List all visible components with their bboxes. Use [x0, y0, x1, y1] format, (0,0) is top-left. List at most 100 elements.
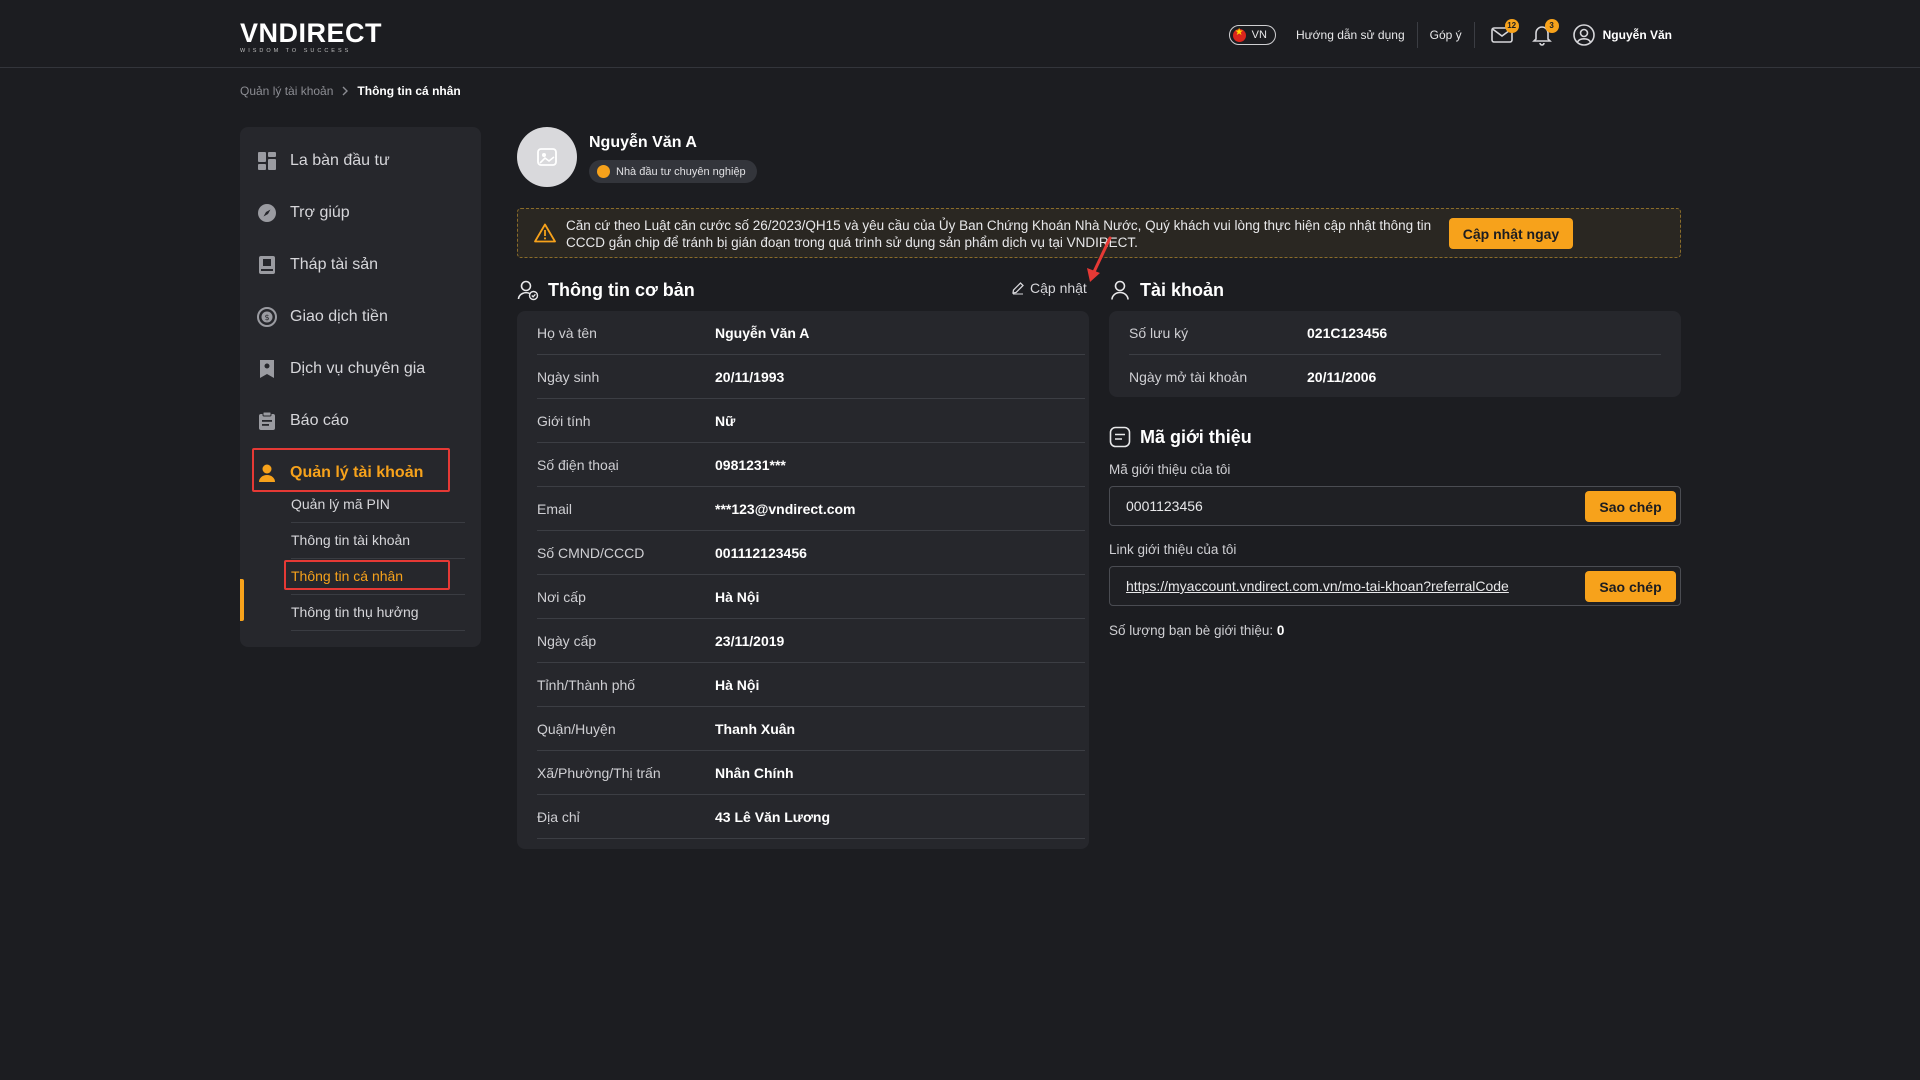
investor-type-badge: Nhà đầu tư chuyên nghiệp	[589, 160, 757, 183]
badge-label: Nhà đầu tư chuyên nghiệp	[616, 165, 746, 178]
sidebar-item-label: Giao dịch tiền	[290, 308, 388, 325]
info-label: Số lưu ký	[1129, 324, 1189, 341]
info-label: Số CMND/CCCD	[537, 544, 645, 561]
basic-info-heading: Thông tin cơ bản	[517, 279, 695, 301]
sidebar: La bàn đầu tư Trợ giúp Tháp tài sản $ Gi…	[240, 127, 481, 647]
info-row: Số CMND/CCCD 001112123456	[537, 531, 1085, 575]
breadcrumb-current: Thông tin cá nhân	[357, 84, 461, 98]
sidebar-item-investment-compass[interactable]: La bàn đầu tư	[256, 146, 390, 176]
referral-link-field[interactable]: https://myaccount.vndirect.com.vn/mo-tai…	[1109, 566, 1681, 606]
friends-count: 0	[1276, 623, 1285, 638]
info-row: Tỉnh/Thành phố Hà Nội	[537, 663, 1085, 707]
active-indicator	[240, 579, 244, 621]
referral-heading: Mã giới thiệu	[1109, 426, 1252, 448]
mail-button[interactable]: 12	[1489, 19, 1519, 48]
referral-link-label: Link giới thiệu của tôi	[1109, 542, 1237, 557]
feedback-link[interactable]: Góp ý	[1418, 22, 1475, 48]
bookmark-icon	[256, 358, 278, 380]
referral-title: Mã giới thiệu	[1140, 426, 1252, 447]
sub-item-account-info[interactable]: Thông tin tài khoản	[291, 523, 465, 559]
badge-icon	[597, 165, 610, 178]
info-label: Giới tính	[537, 412, 591, 429]
info-row: Địa chỉ 43 Lê Văn Lương	[537, 795, 1085, 839]
guide-link[interactable]: Hướng dẫn sử dụng	[1284, 22, 1418, 48]
compass-icon	[256, 202, 278, 224]
info-label: Quận/Huyện	[537, 720, 616, 737]
notification-button[interactable]: 3	[1529, 19, 1559, 48]
info-value: Nguyễn Văn A	[715, 324, 810, 341]
info-label: Họ và tên	[537, 324, 597, 341]
user-circle-icon	[1572, 24, 1595, 46]
red-arrow-annotation	[1087, 236, 1112, 282]
user-menu[interactable]: Nguyễn Văn	[1572, 24, 1672, 46]
copy-code-button[interactable]: Sao chép	[1585, 491, 1676, 522]
top-header: VNDIRECT WISDOM TO SUCCESS VN Hướng dẫn …	[0, 0, 1920, 68]
sidebar-item-label: Báo cáo	[290, 412, 349, 429]
vndirect-logo[interactable]: VNDIRECT WISDOM TO SUCCESS	[240, 18, 382, 54]
clipboard-icon	[256, 410, 278, 432]
info-row: Ngày mở tài khoản 20/11/2006	[1129, 355, 1661, 399]
avatar[interactable]	[517, 127, 577, 187]
notification-badge: 3	[1544, 19, 1559, 33]
referral-link-value[interactable]: https://myaccount.vndirect.com.vn/mo-tai…	[1126, 578, 1509, 594]
image-placeholder-icon	[537, 148, 557, 166]
sidebar-item-reports[interactable]: Báo cáo	[256, 406, 349, 436]
info-row: Giới tính Nữ	[537, 399, 1085, 443]
info-label: Email	[537, 500, 573, 517]
mail-badge: 12	[1504, 19, 1519, 33]
account-title: Tài khoản	[1140, 279, 1225, 300]
update-now-button[interactable]: Cập nhật ngay	[1449, 218, 1573, 249]
user-outline-icon	[1111, 280, 1129, 300]
sub-item-beneficiary-info[interactable]: Thông tin thụ hưởng	[291, 595, 465, 631]
info-label: Nơi cấp	[537, 588, 586, 605]
profile-name: Nguyễn Văn A	[589, 134, 697, 151]
coin-icon: $	[256, 306, 278, 328]
highlight-box-account-management	[252, 448, 450, 492]
copy-link-button[interactable]: Sao chép	[1585, 571, 1676, 602]
sidebar-item-label: Trợ giúp	[290, 204, 350, 221]
vietnam-flag-icon	[1232, 27, 1246, 42]
sidebar-item-help[interactable]: Trợ giúp	[256, 198, 350, 228]
info-row: Ngày sinh 20/11/1993	[537, 355, 1085, 399]
sidebar-item-asset-tower[interactable]: Tháp tài sản	[256, 250, 378, 280]
edit-basic-info-button[interactable]: Cập nhật	[1011, 280, 1087, 296]
friends-label: Số lượng bạn bè giới thiệu:	[1109, 623, 1274, 638]
referral-code-value: 0001123456	[1126, 498, 1203, 514]
info-label: Ngày cấp	[537, 632, 597, 649]
info-value: Thanh Xuân	[715, 720, 796, 737]
sidebar-item-money-transactions[interactable]: $ Giao dịch tiền	[256, 302, 388, 332]
notice-text: Căn cứ theo Luật căn cước số 26/2023/QH1…	[566, 218, 1432, 250]
language-label: VN	[1251, 29, 1267, 41]
account-heading: Tài khoản	[1109, 279, 1224, 301]
basic-info-title: Thông tin cơ bản	[548, 279, 695, 300]
info-value: Nhân Chính	[715, 764, 794, 781]
pencil-icon	[1012, 282, 1024, 295]
language-toggle[interactable]: VN	[1228, 25, 1276, 45]
info-value: 20/11/2006	[1307, 369, 1377, 385]
sidebar-item-expert-services[interactable]: Dịch vụ chuyên gia	[256, 354, 425, 384]
referral-code-field[interactable]: 0001123456 Sao chép	[1109, 486, 1681, 526]
breadcrumb-parent[interactable]: Quản lý tài khoản	[240, 84, 333, 98]
info-value: 021C123456	[1307, 324, 1388, 341]
info-value: ***123@vndirect.com	[715, 500, 856, 517]
info-row: Số lưu ký 021C123456	[1129, 311, 1661, 355]
referral-code-label: Mã giới thiệu của tôi	[1109, 462, 1231, 477]
info-label: Số điện thoại	[537, 456, 619, 473]
info-row: Số điện thoại 0981231***	[537, 443, 1085, 487]
info-value: Hà Nội	[715, 588, 760, 605]
info-row: Xã/Phường/Thị trấn Nhân Chính	[537, 751, 1085, 795]
user-name: Nguyễn Văn	[1602, 28, 1672, 42]
user-check-icon	[517, 280, 539, 301]
highlight-box-personal-info	[284, 560, 450, 590]
sidebar-item-label: La bàn đầu tư	[290, 152, 390, 169]
referred-friends-count: Số lượng bạn bè giới thiệu: 0	[1109, 623, 1284, 638]
info-label: Địa chỉ	[537, 808, 580, 825]
info-label: Ngày sinh	[537, 368, 600, 385]
info-label: Tỉnh/Thành phố	[537, 676, 636, 693]
sub-item-pin-management[interactable]: Quản lý mã PIN	[291, 487, 465, 523]
warning-icon	[534, 223, 556, 243]
info-value: Hà Nội	[715, 676, 760, 693]
header-actions: VN Hướng dẫn sử dụng Góp ý 12 3 Nguyễn V…	[1228, 19, 1672, 48]
info-row: Họ và tên Nguyễn Văn A	[537, 311, 1085, 355]
info-label: Xã/Phường/Thị trấn	[537, 764, 661, 781]
